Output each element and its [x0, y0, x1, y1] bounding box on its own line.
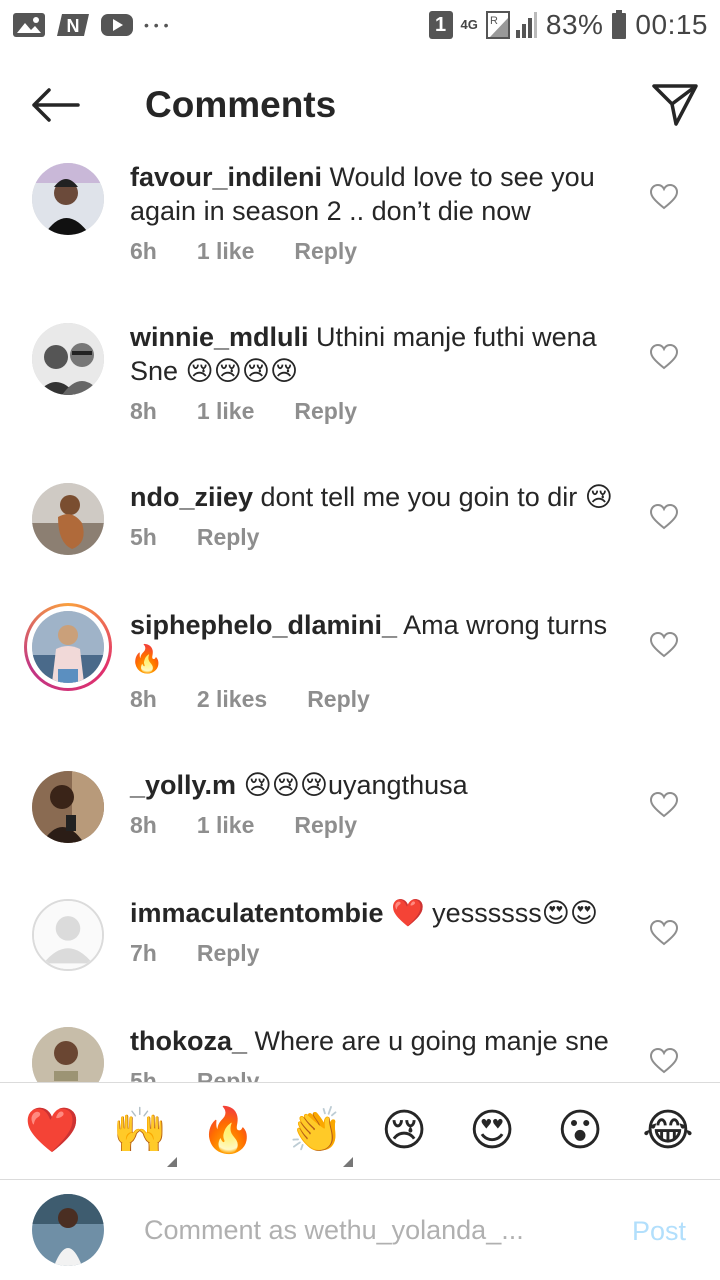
- comment-time: 7h: [130, 940, 157, 966]
- comment-username[interactable]: thokoza_: [130, 1026, 247, 1056]
- more-notifications-dots: • • •: [144, 17, 169, 33]
- reply-button[interactable]: Reply: [294, 398, 357, 425]
- paper-plane-icon: [652, 84, 698, 126]
- comment-likes[interactable]: 1 like: [197, 398, 255, 425]
- comment-text: thokoza_ Where are u going manje sne: [130, 1024, 630, 1058]
- comment-likes[interactable]: 2 likes: [197, 686, 267, 713]
- network-type-label: 4G: [460, 17, 478, 32]
- system-status: 1 4G R 83% 00:15: [428, 9, 708, 41]
- reply-button[interactable]: Reply: [307, 686, 370, 713]
- avatar[interactable]: [32, 163, 104, 235]
- avatar[interactable]: [32, 483, 104, 555]
- comment-text: ndo_ziiey dont tell me you goin to dir 😢: [130, 480, 630, 514]
- comment-time: 8h: [130, 686, 157, 712]
- emoji-heart-button[interactable]: ❤️: [17, 1101, 87, 1161]
- post-button[interactable]: Post: [632, 1216, 686, 1247]
- comment-content: ❤️ yessssss😍😍: [383, 898, 598, 928]
- comment-text: favour_indileni Would love to see you ag…: [130, 160, 630, 228]
- comment-meta: 8h 1 like Reply: [130, 398, 357, 425]
- emoji-fire-button[interactable]: 🔥: [193, 1101, 263, 1161]
- comment-username[interactable]: immaculatentombie: [130, 898, 384, 928]
- emoji-heart-eyes-button[interactable]: 😍: [457, 1101, 527, 1161]
- comment-meta: 5h Reply: [130, 524, 259, 551]
- comment-username[interactable]: _yolly.m: [130, 770, 236, 800]
- reply-button[interactable]: Reply: [294, 812, 357, 839]
- image-icon: [12, 12, 46, 38]
- comment-content: Where are u going manje sne: [247, 1026, 609, 1056]
- news-icon: N: [56, 12, 90, 38]
- reply-button[interactable]: Reply: [197, 524, 260, 551]
- status-bar: N • • • 1 4G R 83% 00:15: [0, 0, 720, 50]
- comment-time: 5h: [130, 524, 157, 550]
- like-heart-icon[interactable]: [650, 920, 678, 946]
- emoji-laughing-button[interactable]: 😂: [633, 1101, 703, 1161]
- comments-header: Comments: [0, 60, 720, 150]
- sim-badge: 1: [428, 11, 453, 39]
- emoji-glyph: 🙌: [112, 1105, 168, 1156]
- back-button[interactable]: [30, 82, 82, 128]
- emoji-raised-hands-button[interactable]: 🙌: [105, 1101, 177, 1167]
- comment-text: immaculatentombie ❤️ yessssss😍😍: [130, 896, 630, 930]
- reply-button[interactable]: Reply: [197, 940, 260, 967]
- comment-meta: 6h 1 like Reply: [130, 238, 357, 265]
- comment-time: 8h: [130, 812, 157, 838]
- page-title: Comments: [145, 84, 337, 125]
- comment-time: 8h: [130, 398, 157, 424]
- clock: 00:15: [635, 9, 708, 40]
- comment-input[interactable]: [144, 1210, 604, 1250]
- emoji-clapping-button[interactable]: 👏: [281, 1101, 353, 1167]
- svg-text:R: R: [490, 15, 498, 27]
- like-heart-icon[interactable]: [650, 792, 678, 818]
- emoji-surprised-button[interactable]: 😮: [545, 1101, 615, 1161]
- roaming-signal-icon: R: [485, 10, 538, 40]
- comments-list[interactable]: favour_indileni Would love to see you ag…: [0, 150, 720, 1082]
- current-user-avatar: [32, 1194, 104, 1266]
- emoji-glyph: 👏: [288, 1105, 344, 1156]
- comment-meta: 7h Reply: [130, 940, 259, 967]
- comment-text: siphephelo_dlamini_ Ama wrong turns 🔥: [130, 608, 630, 676]
- like-heart-icon[interactable]: [650, 504, 678, 530]
- reply-button[interactable]: Reply: [294, 238, 357, 265]
- avatar[interactable]: [32, 1027, 104, 1082]
- svg-text:N: N: [67, 16, 80, 36]
- comment-meta: 8h 1 like Reply: [130, 812, 357, 839]
- comment-likes[interactable]: 1 like: [197, 812, 255, 839]
- share-button[interactable]: [650, 80, 700, 130]
- comment-meta: 8h 2 likes Reply: [130, 686, 370, 713]
- reply-button[interactable]: Reply: [197, 1068, 260, 1082]
- back-arrow-icon: [32, 88, 80, 122]
- avatar[interactable]: [32, 611, 104, 683]
- like-heart-icon[interactable]: [650, 344, 678, 370]
- comment-text: _yolly.m 😢😢😢uyangthusa: [130, 768, 630, 802]
- like-heart-icon[interactable]: [650, 184, 678, 210]
- comment-time: 6h: [130, 238, 157, 264]
- emoji-crying-button[interactable]: 😢: [369, 1101, 439, 1161]
- emoji-reaction-bar: ❤️ 🙌 🔥 👏 😢 😍 😮 😂: [0, 1082, 720, 1180]
- comment-username[interactable]: winnie_mdluli: [130, 322, 309, 352]
- comment-username[interactable]: siphephelo_dlamini_: [130, 610, 397, 640]
- like-heart-icon[interactable]: [650, 632, 678, 658]
- avatar[interactable]: [32, 771, 104, 843]
- battery-percent: 83%: [545, 9, 604, 40]
- comment-likes[interactable]: 1 like: [197, 238, 255, 265]
- notification-icons: N • • •: [12, 12, 169, 38]
- comment-meta: 5h Reply: [130, 1068, 259, 1082]
- like-heart-icon[interactable]: [650, 1048, 678, 1074]
- skin-tone-indicator: [343, 1157, 353, 1167]
- comment-username[interactable]: favour_indileni: [130, 162, 322, 192]
- comment-username[interactable]: ndo_ziiey: [130, 482, 253, 512]
- default-avatar[interactable]: [32, 899, 104, 971]
- battery-icon: [611, 10, 627, 40]
- avatar[interactable]: [32, 323, 104, 395]
- comment-content: dont tell me you goin to dir 😢: [253, 482, 613, 512]
- comment-content: 😢😢😢uyangthusa: [236, 770, 468, 800]
- youtube-icon: [100, 12, 134, 38]
- skin-tone-indicator: [167, 1157, 177, 1167]
- comment-composer: Post: [0, 1180, 720, 1280]
- comment-text: winnie_mdluli Uthini manje futhi wena Sn…: [130, 320, 630, 388]
- comment-time: 5h: [130, 1068, 157, 1082]
